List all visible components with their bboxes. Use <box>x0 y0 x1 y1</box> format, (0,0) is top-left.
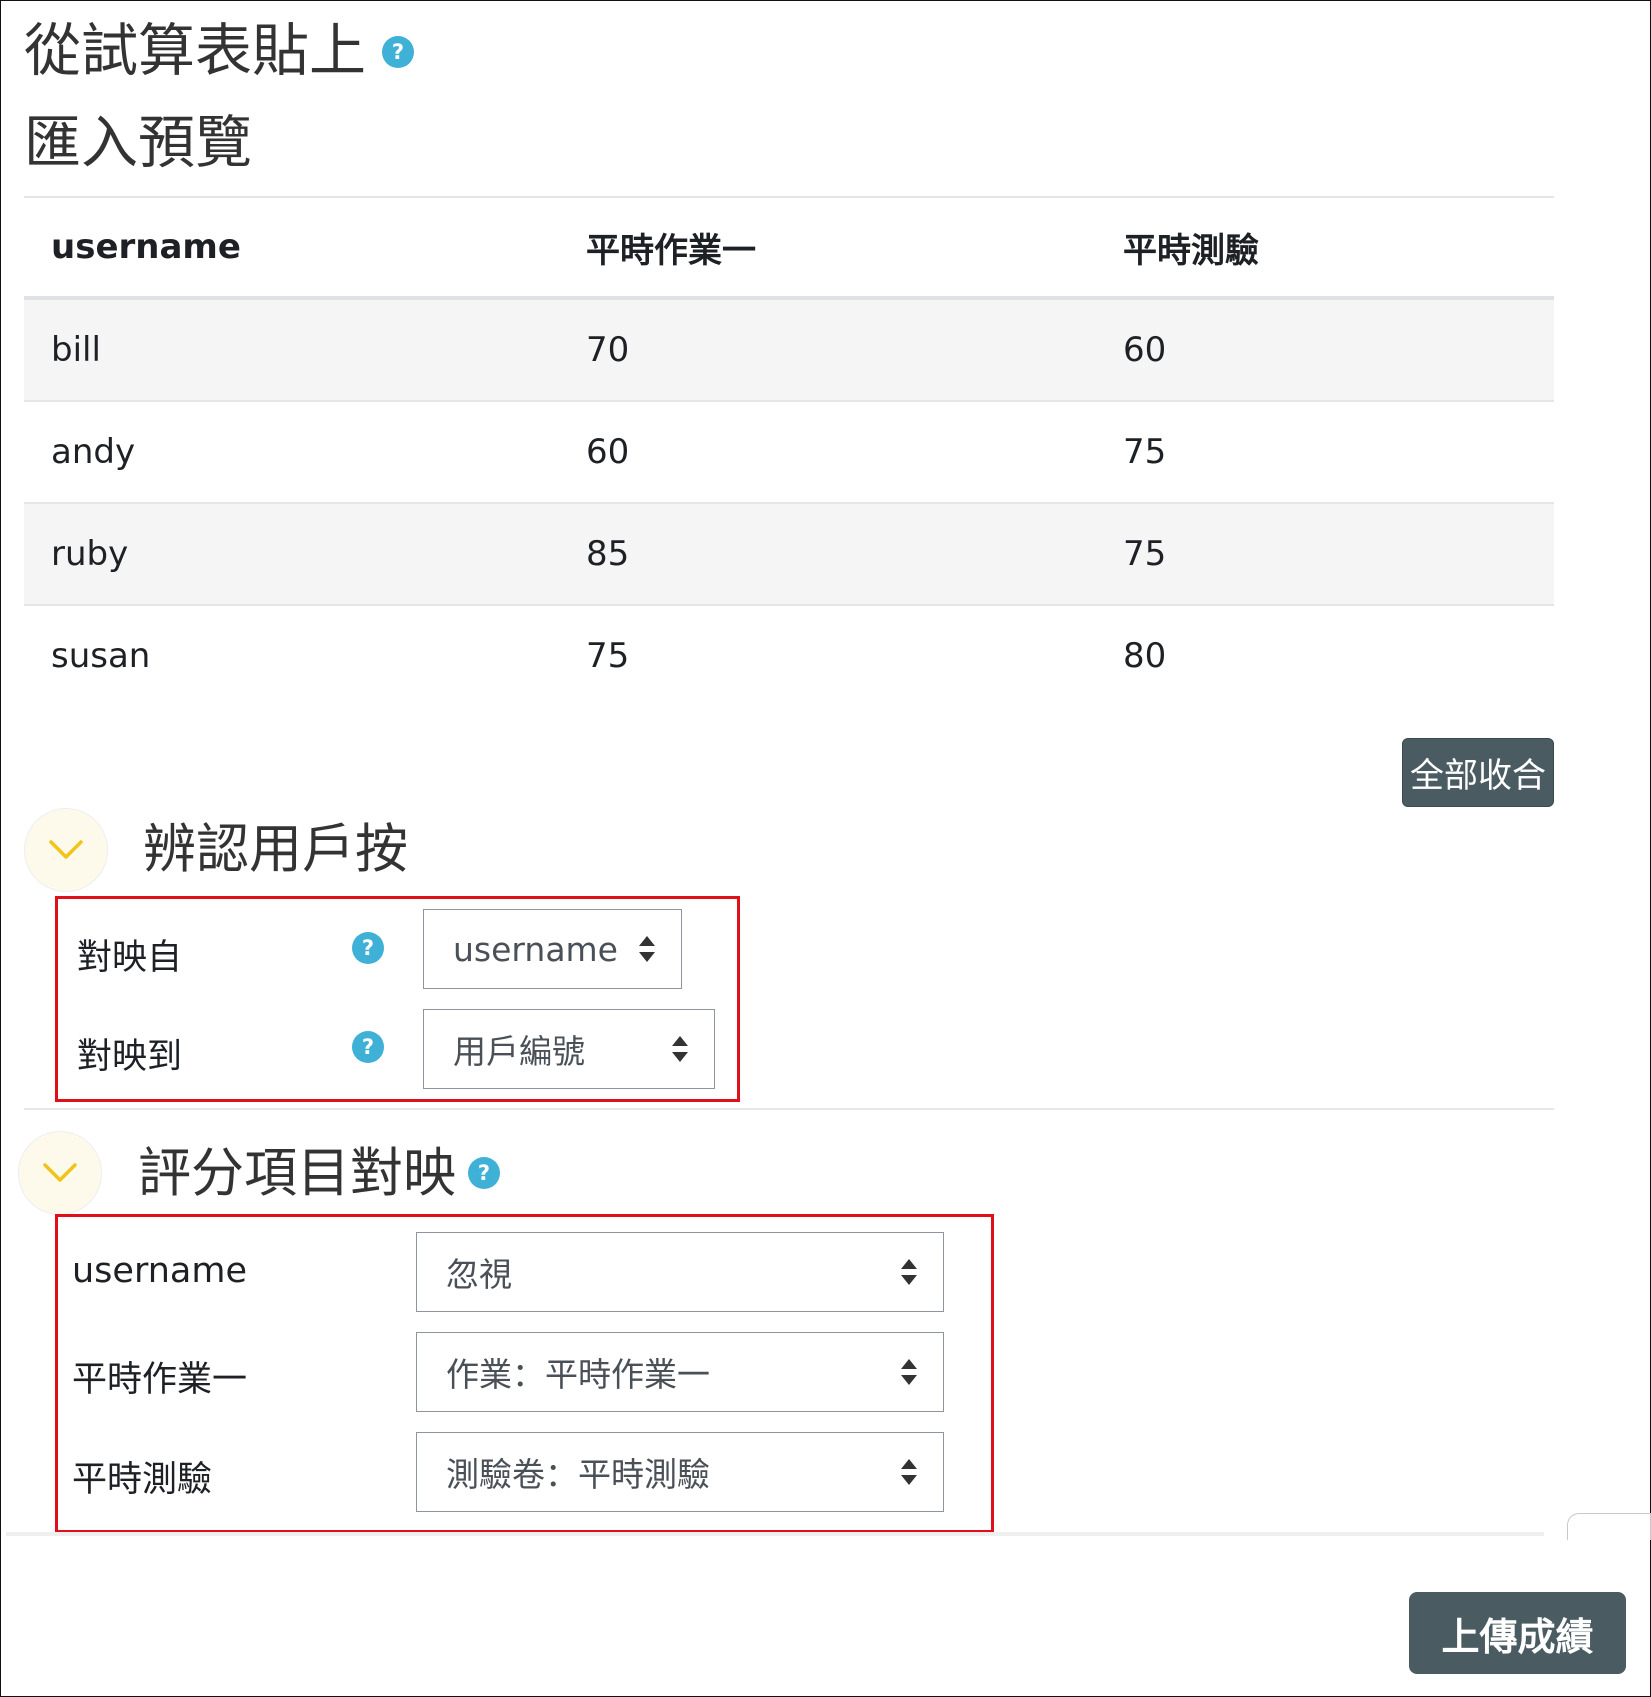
grade-map-select[interactable]: 作業：平時作業一 <box>416 1332 944 1412</box>
help-icon[interactable]: ? <box>382 36 414 68</box>
table-cell: 75 <box>586 636 630 676</box>
section-title-identify: 辨認用戶按 <box>143 819 408 880</box>
table-cell: susan <box>51 636 151 676</box>
table-cell: 60 <box>1123 330 1167 370</box>
grade-map-label: 平時作業一 <box>72 1360 248 1400</box>
preview-heading: 匯入預覽 <box>24 110 252 176</box>
select-arrows-icon <box>901 1459 917 1485</box>
select-arrows-icon <box>901 1359 917 1385</box>
chevron-down-icon <box>43 1163 77 1182</box>
table-cell: ruby <box>51 534 129 574</box>
table-cell: 75 <box>1123 432 1167 472</box>
table-cell: 60 <box>586 432 630 472</box>
table-row: bill 70 60 <box>24 300 1554 402</box>
select-arrows-icon <box>639 936 655 962</box>
map-to-label: 對映到 <box>77 1037 183 1077</box>
section-title-grade-mapping: 評分項目對映 <box>138 1143 456 1204</box>
section-divider <box>24 1108 1554 1110</box>
grade-map-select-value: 測驗卷：平時測驗 <box>446 1455 710 1494</box>
table-cell: 80 <box>1123 636 1167 676</box>
preview-table: username 平時作業一 平時測驗 bill 70 60 andy 60 7… <box>24 196 1554 706</box>
grade-map-label: username <box>72 1251 247 1291</box>
grade-map-label: 平時測驗 <box>72 1460 213 1500</box>
table-header-row: username 平時作業一 平時測驗 <box>24 198 1554 300</box>
table-cell: 75 <box>1123 534 1167 574</box>
section-toggle-identify[interactable] <box>24 808 108 892</box>
table-row: susan 75 80 <box>24 606 1554 706</box>
footer-divider <box>6 1532 1544 1536</box>
drawer-tab[interactable] <box>1567 1513 1651 1540</box>
grade-map-select[interactable]: 忽視 <box>416 1232 944 1312</box>
table-cell: 70 <box>586 330 630 370</box>
help-icon[interactable]: ? <box>352 1031 384 1063</box>
select-arrows-icon <box>901 1259 917 1285</box>
upload-grades-button[interactable]: 上傳成績 <box>1409 1592 1626 1674</box>
map-to-select[interactable]: 用戶編號 <box>423 1009 715 1089</box>
section-toggle-grade-mapping[interactable] <box>18 1131 102 1215</box>
map-to-select-value: 用戶編號 <box>453 1032 585 1071</box>
map-from-select[interactable]: username <box>423 909 682 989</box>
help-icon[interactable]: ? <box>352 932 384 964</box>
table-row: andy 60 75 <box>24 402 1554 504</box>
table-cell: bill <box>51 330 101 370</box>
column-header: 平時作業一 <box>586 230 756 271</box>
grade-map-select[interactable]: 測驗卷：平時測驗 <box>416 1432 944 1512</box>
chevron-down-icon <box>49 840 83 859</box>
column-header: username <box>51 227 241 267</box>
grade-map-select-value: 忽視 <box>446 1255 512 1294</box>
column-header: 平時測驗 <box>1123 230 1259 271</box>
map-from-label: 對映自 <box>77 938 183 978</box>
collapse-all-button[interactable]: 全部收合 <box>1402 738 1554 807</box>
table-cell: 85 <box>586 534 630 574</box>
table-cell: andy <box>51 432 136 472</box>
table-row: ruby 85 75 <box>24 504 1554 606</box>
help-icon[interactable]: ? <box>468 1157 500 1189</box>
page-title: 從試算表貼上 <box>24 18 366 84</box>
grade-map-select-value: 作業：平時作業一 <box>446 1355 710 1394</box>
map-from-select-value: username <box>453 929 618 969</box>
select-arrows-icon <box>672 1036 688 1062</box>
